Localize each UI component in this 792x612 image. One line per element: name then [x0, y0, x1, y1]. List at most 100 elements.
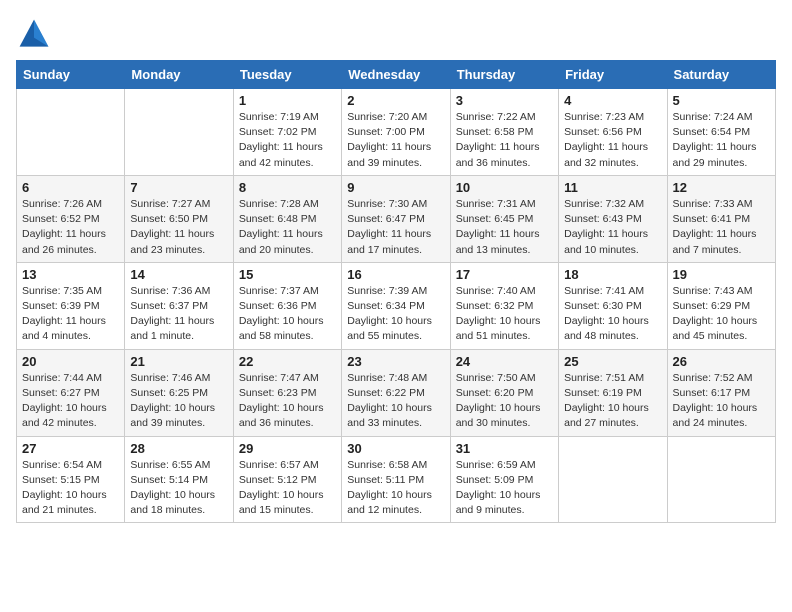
day-detail: Sunrise: 7:28 AM Sunset: 6:48 PM Dayligh…: [239, 197, 336, 258]
day-detail: Sunrise: 7:35 AM Sunset: 6:39 PM Dayligh…: [22, 284, 119, 345]
weekday-header: Wednesday: [342, 61, 450, 89]
weekday-header: Thursday: [450, 61, 558, 89]
day-detail: Sunrise: 6:57 AM Sunset: 5:12 PM Dayligh…: [239, 458, 336, 519]
weekday-header: Tuesday: [233, 61, 341, 89]
calendar-cell: 26Sunrise: 7:52 AM Sunset: 6:17 PM Dayli…: [667, 349, 775, 436]
day-detail: Sunrise: 7:26 AM Sunset: 6:52 PM Dayligh…: [22, 197, 119, 258]
weekday-header: Saturday: [667, 61, 775, 89]
weekday-header: Monday: [125, 61, 233, 89]
day-detail: Sunrise: 6:55 AM Sunset: 5:14 PM Dayligh…: [130, 458, 227, 519]
day-detail: Sunrise: 7:48 AM Sunset: 6:22 PM Dayligh…: [347, 371, 444, 432]
calendar-cell: 22 Sunrise: 7:47 AM Sunset: 6:23 PM Dayli…: [233, 349, 341, 436]
calendar-cell: 15 Sunrise: 7:37 AM Sunset: 6:36 PM Dayli…: [233, 262, 341, 349]
day-number: 21: [130, 354, 227, 369]
calendar-cell: 20 Sunrise: 7:44 AM Sunset: 6:27 PM Dayli…: [17, 349, 125, 436]
logo-icon: [16, 16, 52, 52]
calendar-week-row: 20 Sunrise: 7:44 AM Sunset: 6:27 PM Dayli…: [17, 349, 776, 436]
calendar-cell: 25 Sunrise: 7:51 AM Sunset: 6:19 PM Dayli…: [559, 349, 667, 436]
day-detail: Sunrise: 7:27 AM Sunset: 6:50 PM Dayligh…: [130, 197, 227, 258]
calendar-cell: 23 Sunrise: 7:48 AM Sunset: 6:22 PM Dayli…: [342, 349, 450, 436]
day-detail: Sunrise: 7:44 AM Sunset: 6:27 PM Dayligh…: [22, 371, 119, 432]
day-number: 13: [22, 267, 119, 282]
day-number: 22: [239, 354, 336, 369]
calendar-cell: [125, 89, 233, 176]
calendar-cell: 6 Sunrise: 7:26 AM Sunset: 6:52 PM Daylig…: [17, 175, 125, 262]
day-detail: Sunrise: 7:37 AM Sunset: 6:36 PM Dayligh…: [239, 284, 336, 345]
day-detail: Sunrise: 7:23 AM Sunset: 6:56 PM Dayligh…: [564, 110, 661, 171]
calendar-cell: 30 Sunrise: 6:58 AM Sunset: 5:11 PM Dayli…: [342, 436, 450, 523]
calendar-cell: 5 Sunrise: 7:24 AM Sunset: 6:54 PM Daylig…: [667, 89, 775, 176]
day-number: 31: [456, 441, 553, 456]
day-detail: Sunrise: 7:50 AM Sunset: 6:20 PM Dayligh…: [456, 371, 553, 432]
calendar-cell: 9Sunrise: 7:30 AM Sunset: 6:47 PM Daylig…: [342, 175, 450, 262]
day-number: 30: [347, 441, 444, 456]
calendar-cell: 29 Sunrise: 6:57 AM Sunset: 5:12 PM Dayli…: [233, 436, 341, 523]
day-number: 18: [564, 267, 661, 282]
day-detail: Sunrise: 7:31 AM Sunset: 6:45 PM Dayligh…: [456, 197, 553, 258]
calendar-week-row: 13 Sunrise: 7:35 AM Sunset: 6:39 PM Dayli…: [17, 262, 776, 349]
calendar-week-row: 27Sunrise: 6:54 AM Sunset: 5:15 PM Dayli…: [17, 436, 776, 523]
calendar-cell: 11 Sunrise: 7:32 AM Sunset: 6:43 PM Dayli…: [559, 175, 667, 262]
day-number: 27: [22, 441, 119, 456]
calendar-cell: 31Sunrise: 6:59 AM Sunset: 5:09 PM Dayli…: [450, 436, 558, 523]
calendar-cell: 24 Sunrise: 7:50 AM Sunset: 6:20 PM Dayli…: [450, 349, 558, 436]
day-number: 17: [456, 267, 553, 282]
calendar-week-row: 1Sunrise: 7:19 AM Sunset: 7:02 PM Daylig…: [17, 89, 776, 176]
day-number: 5: [673, 93, 770, 108]
page-header: [16, 16, 776, 52]
day-number: 7: [130, 180, 227, 195]
day-number: 11: [564, 180, 661, 195]
day-number: 14: [130, 267, 227, 282]
day-number: 6: [22, 180, 119, 195]
day-number: 4: [564, 93, 661, 108]
day-detail: Sunrise: 7:36 AM Sunset: 6:37 PM Dayligh…: [130, 284, 227, 345]
day-number: 3: [456, 93, 553, 108]
day-detail: Sunrise: 7:43 AM Sunset: 6:29 PM Dayligh…: [673, 284, 770, 345]
day-number: 26: [673, 354, 770, 369]
calendar-cell: [559, 436, 667, 523]
day-number: 1: [239, 93, 336, 108]
day-detail: Sunrise: 7:41 AM Sunset: 6:30 PM Dayligh…: [564, 284, 661, 345]
day-number: 10: [456, 180, 553, 195]
day-number: 8: [239, 180, 336, 195]
calendar-cell: 12 Sunrise: 7:33 AM Sunset: 6:41 PM Dayli…: [667, 175, 775, 262]
day-detail: Sunrise: 7:30 AM Sunset: 6:47 PM Dayligh…: [347, 197, 444, 258]
day-detail: Sunrise: 7:22 AM Sunset: 6:58 PM Dayligh…: [456, 110, 553, 171]
calendar-cell: 8 Sunrise: 7:28 AM Sunset: 6:48 PM Daylig…: [233, 175, 341, 262]
day-detail: Sunrise: 7:46 AM Sunset: 6:25 PM Dayligh…: [130, 371, 227, 432]
weekday-header: Friday: [559, 61, 667, 89]
day-detail: Sunrise: 7:32 AM Sunset: 6:43 PM Dayligh…: [564, 197, 661, 258]
day-number: 20: [22, 354, 119, 369]
calendar-cell: 16Sunrise: 7:39 AM Sunset: 6:34 PM Dayli…: [342, 262, 450, 349]
calendar-cell: 4 Sunrise: 7:23 AM Sunset: 6:56 PM Daylig…: [559, 89, 667, 176]
calendar-cell: 17Sunrise: 7:40 AM Sunset: 6:32 PM Dayli…: [450, 262, 558, 349]
calendar-week-row: 6 Sunrise: 7:26 AM Sunset: 6:52 PM Daylig…: [17, 175, 776, 262]
day-detail: Sunrise: 7:47 AM Sunset: 6:23 PM Dayligh…: [239, 371, 336, 432]
calendar-cell: 1Sunrise: 7:19 AM Sunset: 7:02 PM Daylig…: [233, 89, 341, 176]
calendar-cell: 18 Sunrise: 7:41 AM Sunset: 6:30 PM Dayli…: [559, 262, 667, 349]
day-detail: Sunrise: 7:33 AM Sunset: 6:41 PM Dayligh…: [673, 197, 770, 258]
day-number: 23: [347, 354, 444, 369]
calendar-header-row: SundayMondayTuesdayWednesdayThursdayFrid…: [17, 61, 776, 89]
day-number: 16: [347, 267, 444, 282]
calendar-cell: 28 Sunrise: 6:55 AM Sunset: 5:14 PM Dayli…: [125, 436, 233, 523]
day-number: 28: [130, 441, 227, 456]
calendar-cell: [667, 436, 775, 523]
day-number: 12: [673, 180, 770, 195]
calendar-cell: 21 Sunrise: 7:46 AM Sunset: 6:25 PM Dayli…: [125, 349, 233, 436]
day-number: 19: [673, 267, 770, 282]
day-number: 24: [456, 354, 553, 369]
day-number: 15: [239, 267, 336, 282]
weekday-header: Sunday: [17, 61, 125, 89]
day-detail: Sunrise: 7:24 AM Sunset: 6:54 PM Dayligh…: [673, 110, 770, 171]
calendar-cell: 14 Sunrise: 7:36 AM Sunset: 6:37 PM Dayli…: [125, 262, 233, 349]
calendar-table: SundayMondayTuesdayWednesdayThursdayFrid…: [16, 60, 776, 523]
day-number: 29: [239, 441, 336, 456]
day-detail: Sunrise: 7:51 AM Sunset: 6:19 PM Dayligh…: [564, 371, 661, 432]
day-number: 2: [347, 93, 444, 108]
day-number: 25: [564, 354, 661, 369]
logo: [16, 16, 56, 52]
calendar-cell: 10 Sunrise: 7:31 AM Sunset: 6:45 PM Dayli…: [450, 175, 558, 262]
calendar-cell: 7 Sunrise: 7:27 AM Sunset: 6:50 PM Daylig…: [125, 175, 233, 262]
day-detail: Sunrise: 6:58 AM Sunset: 5:11 PM Dayligh…: [347, 458, 444, 519]
